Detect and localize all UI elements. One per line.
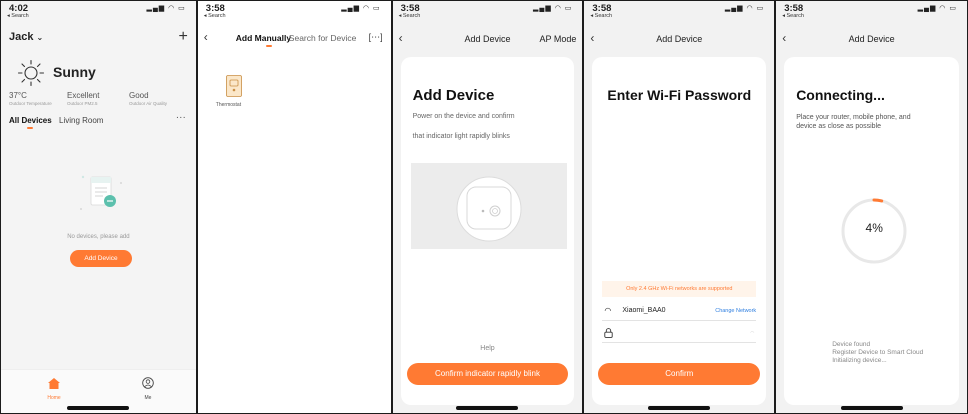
home-indicator	[840, 406, 903, 410]
status-bar: 4:02 ◂ Search ▂▄▆ ◠ ▭	[7, 3, 190, 21]
back-to-search[interactable]: ◂ Search	[399, 13, 421, 19]
empty-state-text: No devices, please add	[67, 234, 130, 240]
instruction-line: that indicator light rapidly blinks	[412, 133, 510, 140]
stat-label: Outdoor Temperature	[9, 101, 52, 106]
empty-devices-illustration	[80, 175, 122, 210]
show-password-icon[interactable]: ⌒	[750, 331, 754, 337]
change-network-link[interactable]: Change Network	[715, 308, 756, 314]
stat-value: Excellent	[67, 91, 100, 100]
active-tab-indicator	[265, 45, 272, 47]
device-indicator-illustration	[410, 163, 567, 249]
stat-label: Outdoor Air Quality	[129, 101, 168, 106]
home-screen: 4:02 ◂ Search ▂▄▆ ◠ ▭ Jack ⌄ + Sunny 37°…	[0, 0, 197, 414]
weather-condition: Sunny	[53, 64, 96, 80]
add-device-screen: 3:58 ◂ Search ▂▄▆ ◠ ▭ ‹ Add Device AP Mo…	[391, 0, 584, 414]
ap-mode-link[interactable]: AP Mode	[540, 34, 577, 44]
device-label: Thermostat	[215, 102, 242, 108]
network-name: Xiaomi_BAA0	[622, 307, 666, 314]
scan-icon[interactable]: [⋯]	[369, 32, 383, 43]
stat-temperature: 37°C Outdoor Temperature	[9, 91, 52, 106]
thermostat-icon[interactable]	[225, 75, 242, 97]
page-heading: Enter Wi-Fi Password	[607, 87, 752, 103]
screenshot-strip: 4:02 ◂ Search ▂▄▆ ◠ ▭ Jack ⌄ + Sunny 37°…	[0, 0, 968, 414]
status-icons: ▂▄▆ ◠ ▭	[724, 5, 765, 12]
home-selector[interactable]: Jack ⌄	[9, 31, 43, 43]
instruction-line: device as close as possible	[796, 123, 882, 130]
status-icons: ▂▄▆ ◠ ▭	[533, 5, 573, 12]
stat-value: 37°C	[9, 91, 27, 100]
nav-bar: ‹ Add Device AP Mode	[393, 25, 583, 51]
page-heading: Connecting...	[796, 87, 885, 103]
back-to-search[interactable]: ◂ Search	[782, 13, 804, 19]
progress-percent: 4%	[865, 221, 883, 235]
network-row: ◠ Xiaomi_BAA0 Change Network	[602, 303, 757, 321]
back-to-search[interactable]: ◂ Search	[590, 13, 612, 19]
step-item: Device found	[832, 341, 871, 348]
active-tab-indicator	[27, 127, 33, 129]
wifi-icon: ◠	[604, 306, 612, 315]
wifi-password-screen: 3:58 ◂ Search ▂▄▆ ◠ ▭ ‹ Add Device Enter…	[583, 0, 776, 414]
home-icon	[48, 378, 60, 389]
instruction-line: Power on the device and confirm	[412, 113, 515, 120]
sun-icon	[17, 59, 45, 87]
password-field[interactable]: ⌒	[602, 325, 757, 343]
home-indicator	[648, 406, 711, 410]
page-heading: Add Device	[412, 87, 495, 104]
status-bar: 3:58 ◂ Search ▂▄▆ ◠ ▭	[399, 3, 577, 21]
tab-me-label: Me	[144, 395, 152, 401]
status-icons: ▂▄▆ ◠ ▭	[146, 5, 186, 12]
stat-pm25: Excellent Outdoor PM2.5	[67, 91, 99, 106]
wifi-card: Enter Wi-Fi Password Only 2.4 GHz Wi-Fi …	[592, 57, 767, 405]
confirm-button[interactable]: Confirm	[598, 363, 761, 385]
back-to-search[interactable]: ◂ Search	[204, 13, 226, 19]
tab-home[interactable]: Home	[39, 376, 69, 401]
tab-home-label: Home	[47, 395, 61, 401]
nav-title: Add Device	[848, 34, 895, 44]
user-name: Jack	[9, 31, 34, 43]
instruction-line: Place your router, mobile phone, and	[796, 114, 911, 121]
back-to-search[interactable]: ◂ Search	[7, 13, 29, 19]
tab-living-room[interactable]: Living Room	[59, 116, 103, 125]
help-link[interactable]: Help	[401, 345, 575, 352]
nav-bar: ‹ Add Device	[584, 25, 774, 51]
add-icon[interactable]: +	[178, 28, 187, 46]
lock-icon	[604, 328, 614, 338]
status-bar: 3:58 ◂ Search ▂▄▆ ◠ ▭	[590, 3, 768, 21]
home-indicator	[456, 406, 519, 410]
tab-me[interactable]: Me	[133, 376, 163, 401]
nav-bar: ‹ Add Device	[776, 25, 967, 51]
tab-search-for-device[interactable]: Search for Device	[289, 33, 357, 43]
connection-steps: Device found Register Device to Smart Cl…	[832, 341, 923, 365]
stat-label: Outdoor PM2.5	[67, 101, 98, 106]
connecting-card: Connecting... Place your router, mobile …	[784, 57, 959, 405]
status-bar: 3:58 ◂ Search ▂▄▆ ◠ ▭	[782, 3, 961, 21]
home-indicator	[67, 406, 130, 410]
connecting-screen: 3:58 ◂ Search ▂▄▆ ◠ ▭ ‹ Add Device Conne…	[775, 0, 968, 414]
stat-value: Good	[129, 91, 149, 100]
wifi-notice: Only 2.4 GHz Wi-Fi networks are supporte…	[602, 281, 757, 297]
status-icons: ▂▄▆ ◠ ▭	[917, 5, 957, 12]
add-mode-tabs: Add Manually Search for Device	[198, 31, 391, 47]
add-device-button[interactable]: Add Device	[70, 250, 132, 267]
profile-icon	[142, 377, 154, 389]
status-icons: ▂▄▆ ◠ ▭	[341, 5, 381, 12]
status-bar: 3:58 ◂ Search ▂▄▆ ◠ ▭	[204, 3, 385, 21]
more-icon[interactable]: ···	[176, 112, 186, 123]
tab-add-manually[interactable]: Add Manually	[236, 33, 291, 43]
tab-all-devices[interactable]: All Devices	[9, 116, 52, 125]
stat-air-quality: Good Outdoor Air Quality	[129, 91, 167, 106]
step-item: Register Device to Smart Cloud	[832, 349, 924, 357]
step-item: Initializing device...	[832, 357, 887, 365]
instruction-card: Add Device Power on the device and confi…	[400, 57, 575, 405]
add-manually-screen: 3:58 ◂ Search ▂▄▆ ◠ ▭ ‹ Add Manually Sea…	[196, 0, 392, 414]
nav-title: Add Device	[656, 34, 703, 44]
chevron-down-icon: ⌄	[36, 33, 44, 42]
confirm-blink-button[interactable]: Confirm indicator rapidly blink	[406, 363, 569, 385]
